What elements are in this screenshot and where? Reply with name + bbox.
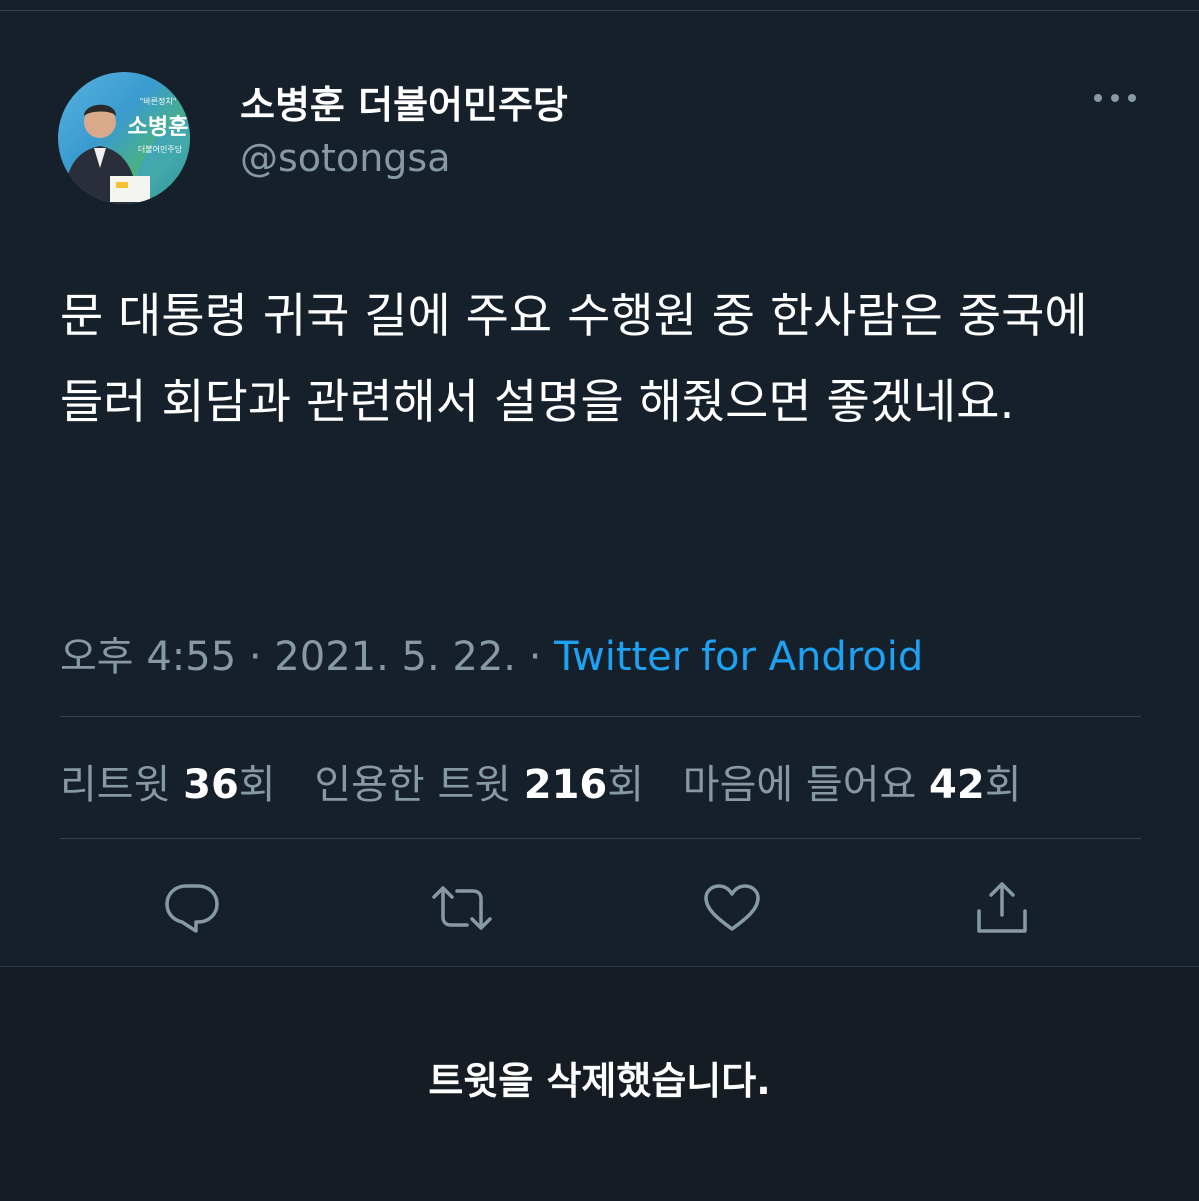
likes-label: 마음에 들어요: [682, 762, 917, 808]
tweet-stats: 리트윗 36회 인용한 트윗 216회 마음에 들어요 42회: [60, 752, 1048, 810]
tweet-meta: 오후 4:55 · 2021. 5. 22. · Twitter for And…: [60, 624, 923, 682]
retweets-count: 36: [183, 762, 239, 808]
like-button[interactable]: [700, 876, 764, 940]
retweet-button[interactable]: [430, 876, 494, 940]
quotes-stat[interactable]: 인용한 트윗 216회: [314, 762, 644, 808]
more-dots-icon: [1094, 94, 1136, 102]
retweet-icon: [432, 886, 492, 930]
likes-unit: 회: [984, 762, 1022, 808]
quotes-unit: 회: [607, 762, 645, 808]
divider: [60, 838, 1141, 839]
likes-count: 42: [929, 762, 985, 808]
quotes-label: 인용한 트윗: [314, 762, 512, 808]
meta-separator: ·: [248, 634, 262, 680]
retweets-label: 리트윗: [60, 762, 171, 808]
reply-button[interactable]: [160, 876, 224, 940]
quotes-count: 216: [523, 762, 608, 808]
tweet-deleted-notice: 트윗을 삭제했습니다.: [428, 1059, 771, 1103]
svg-text:"바른정치": "바른정치": [140, 96, 177, 106]
meta-separator: ·: [528, 634, 542, 680]
svg-text:소병훈: 소병훈: [128, 115, 189, 140]
tweet-date[interactable]: 2021. 5. 22.: [274, 634, 516, 680]
retweets-unit: 회: [238, 762, 276, 808]
retweets-stat[interactable]: 리트윗 36회: [60, 762, 276, 808]
share-icon: [977, 882, 1027, 933]
heart-icon: [704, 884, 760, 931]
svg-text:더불어민주당: 더불어민주당: [138, 144, 183, 154]
likes-stat[interactable]: 마음에 들어요 42회: [683, 762, 1022, 808]
tweet-text: 문 대통령 귀국 길에 주요 수행원 중 한사람은 중국에 들러 회담과 관련해…: [60, 289, 1088, 430]
reply-icon: [165, 884, 219, 933]
user-handle[interactable]: @sotongsa: [240, 136, 450, 180]
avatar[interactable]: "바른정치" 소병훈 더불어민주당: [58, 72, 190, 204]
avatar-image: "바른정치" 소병훈 더불어민주당: [58, 72, 190, 204]
tweet-source-link[interactable]: Twitter for Android: [554, 634, 923, 680]
divider: [60, 716, 1141, 717]
more-options-button[interactable]: [1088, 80, 1142, 116]
tweet-time[interactable]: 오후 4:55: [60, 634, 236, 680]
top-divider: [0, 10, 1199, 11]
display-name[interactable]: 소병훈 더불어민주당: [240, 74, 568, 129]
share-button[interactable]: [970, 876, 1034, 940]
